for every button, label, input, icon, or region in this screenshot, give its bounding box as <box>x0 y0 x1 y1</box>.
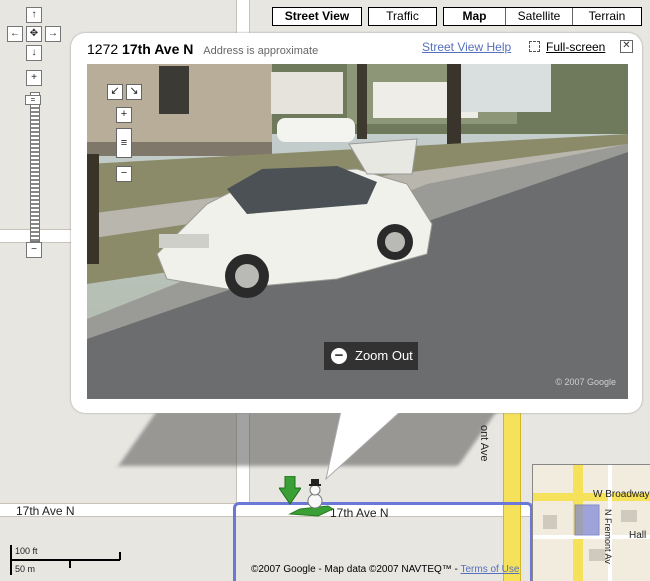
street-view-popup: 1272 17th Ave N Address is approximate S… <box>71 33 642 481</box>
scale-metric: 50 m <box>15 564 36 574</box>
pan-control: ↑ ← ✥ → ↓ <box>5 7 61 61</box>
photo-copyright: © 2007 Google <box>555 377 616 387</box>
address-street: 17th Ave N <box>122 41 194 57</box>
pan-center-button[interactable]: ✥ <box>26 26 42 42</box>
sv-zoom-out-button[interactable]: − <box>116 166 132 182</box>
street-view-photo[interactable]: ↙ ↘ + ≡ − − Zoom Out © 2007 Google <box>87 64 628 399</box>
inset-label-fremont: N Fremont Av <box>603 509 613 564</box>
traffic-button[interactable]: Traffic <box>368 7 437 26</box>
zoom-out-button[interactable]: − <box>26 242 42 258</box>
pan-right-button[interactable]: → <box>45 26 61 42</box>
scale-imperial: 100 ft <box>15 546 38 556</box>
sv-zoom-slider[interactable]: ≡ <box>116 128 132 158</box>
pan-down-button[interactable]: ↓ <box>26 45 42 61</box>
full-screen-label: Full-screen <box>546 40 606 54</box>
zoom-slider-track[interactable] <box>30 92 40 242</box>
map-copyright: ©2007 Google - Map data ©2007 NAVTEQ™ - … <box>251 564 519 575</box>
zoom-slider-handle[interactable]: = <box>25 95 41 105</box>
close-icon[interactable]: ✕ <box>620 40 633 53</box>
sv-zoom-in-button[interactable]: + <box>116 107 132 123</box>
zoom-in-button[interactable]: + <box>26 70 42 86</box>
zoom-out-overlay-button[interactable]: − Zoom Out <box>324 342 418 370</box>
street-label-vertical: ont Ave <box>478 425 490 462</box>
address-number: 1272 <box>87 41 119 57</box>
street-view-help-link[interactable]: Street View Help <box>422 40 511 54</box>
map-type-toolbar: Street View Traffic Map Satellite Terrai… <box>272 7 642 26</box>
terrain-button[interactable]: Terrain <box>572 8 641 25</box>
satellite-button[interactable]: Satellite <box>505 8 572 25</box>
zoom-out-label: Zoom Out <box>355 348 413 363</box>
pan-left-button[interactable]: ← <box>7 26 23 42</box>
inset-label-hall: Hall <box>629 530 647 541</box>
inset-map-graphic <box>533 465 650 581</box>
pan-up-button[interactable]: ↑ <box>26 7 42 23</box>
copyright-text: ©2007 Google - Map data ©2007 NAVTEQ™ - <box>251 564 461 575</box>
popup-shadow <box>118 404 502 466</box>
inset-label-broadway: W Broadway <box>593 489 650 500</box>
address-note: Address is approximate <box>203 45 319 57</box>
sv-collapse-left-icon[interactable]: ↙ <box>107 84 123 100</box>
popup-tail <box>325 411 403 481</box>
scale-bar: 100 ft 50 m <box>10 545 130 580</box>
terms-of-use-link[interactable]: Terms of Use <box>460 564 519 575</box>
overview-inset-map[interactable]: W Broadway N Fremont Av Hall <box>532 464 650 581</box>
map-type-group: Map Satellite Terrain <box>443 7 642 26</box>
minus-circle-icon: − <box>331 348 347 364</box>
green-arrow-marker-icon[interactable] <box>279 476 301 506</box>
full-screen-icon <box>529 41 540 52</box>
full-screen-link[interactable]: Full-screen <box>529 40 605 54</box>
street-label-left: 17th Ave N <box>16 504 75 518</box>
street-view-button[interactable]: Street View <box>272 7 362 26</box>
street-label-right: 17th Ave N <box>330 506 389 520</box>
popup-title: 1272 17th Ave N Address is approximate <box>87 41 318 57</box>
map-button[interactable]: Map <box>444 8 505 25</box>
sv-collapse-right-icon[interactable]: ↘ <box>126 84 142 100</box>
